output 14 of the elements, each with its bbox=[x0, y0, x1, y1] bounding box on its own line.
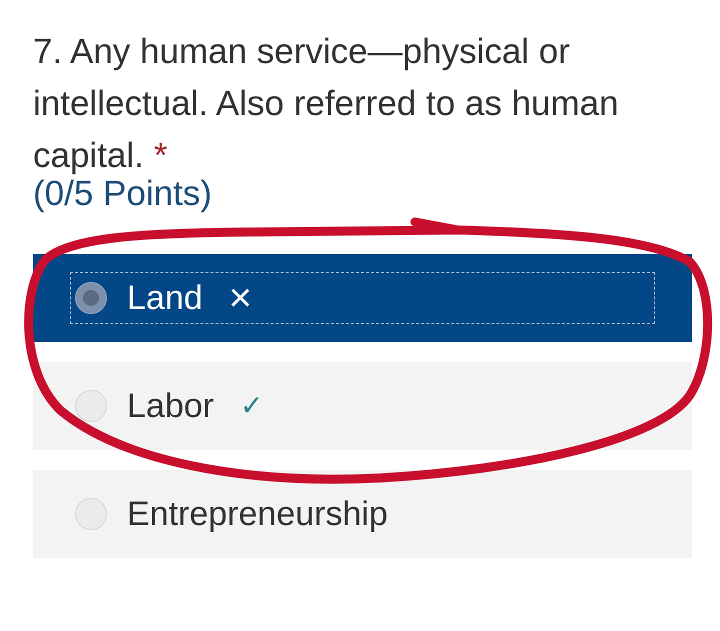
answer-option[interactable]: Land × bbox=[33, 254, 692, 342]
option-label: Land bbox=[127, 278, 203, 318]
option-label: Entrepreneurship bbox=[127, 494, 388, 534]
wrong-icon: × bbox=[228, 278, 252, 318]
required-mark: * bbox=[154, 136, 168, 175]
radio-button[interactable] bbox=[75, 498, 107, 530]
radio-button[interactable] bbox=[75, 282, 107, 314]
points-label: (0/5 Points) bbox=[33, 174, 213, 214]
answer-option[interactable]: Labor ✓ bbox=[33, 362, 692, 450]
correct-icon: ✓ bbox=[240, 392, 263, 420]
radio-button[interactable] bbox=[75, 390, 107, 422]
question-text: 7. Any human service—physical or intellectual. Also referred to as human capital. * bbox=[33, 31, 620, 177]
answer-option[interactable]: Entrepreneurship bbox=[33, 470, 692, 558]
option-label: Labor bbox=[127, 386, 214, 426]
